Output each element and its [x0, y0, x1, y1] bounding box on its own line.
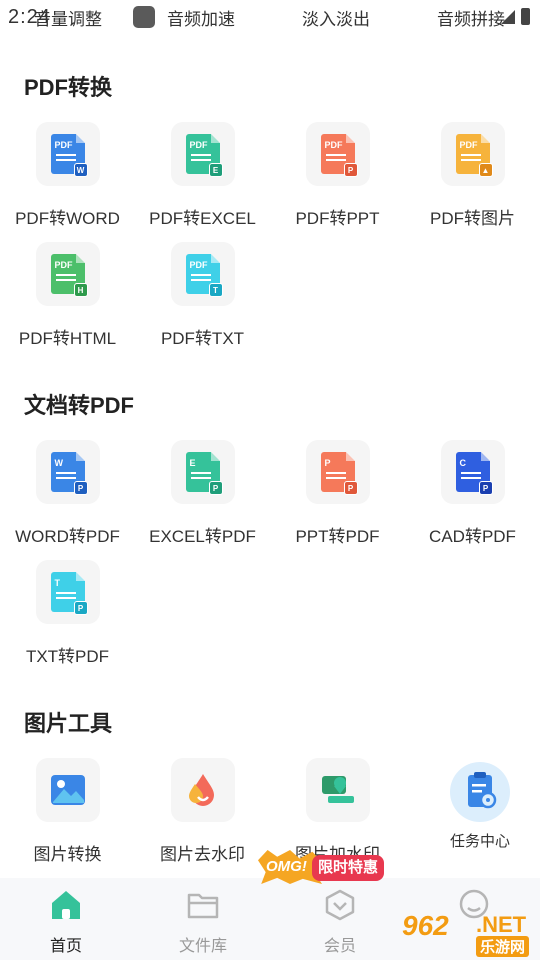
ppt-to-pdf-icon: PP — [305, 440, 370, 504]
status-bar: 2:24 音量调整 音频加速 淡入淡出 音频拼接 — [0, 0, 540, 34]
pdf-to-txt-icon: PDF T — [170, 242, 235, 306]
tool-pdf-to-image[interactable]: PDF ▲ PDF转图片 — [405, 122, 540, 229]
pdf-to-ppt-icon: PDF P — [305, 122, 370, 186]
tool-label: PPT转PDF — [295, 527, 380, 546]
excel-to-pdf-icon: EP — [170, 440, 235, 504]
tool-image-convert[interactable]: 图片转换 — [0, 758, 135, 865]
task-center-label: 任务中心 — [449, 833, 510, 850]
nav-vip[interactable]: 会员 — [290, 888, 390, 956]
tool-excel-to-pdf[interactable]: EP EXCEL转PDF — [135, 440, 270, 547]
task-center-button[interactable]: 任务中心 — [440, 762, 520, 851]
tool-label: PDF转EXCEL — [149, 209, 256, 228]
status-icons — [501, 8, 530, 25]
tool-label: 图片转换 — [33, 845, 102, 864]
tool-pdf-to-html[interactable]: PDF H PDF转HTML — [0, 242, 135, 349]
pdf-to-word-icon: PDF W — [35, 122, 100, 186]
nav-label: 会员 — [323, 938, 356, 955]
tool-label: PDF转HTML — [18, 329, 117, 348]
site-watermark-logo: 962 .NET 乐游网 — [400, 908, 540, 960]
pdf-to-image-icon: PDF ▲ — [440, 122, 505, 186]
nav-label: 文件库 — [178, 938, 227, 955]
tool-txt-to-pdf[interactable]: TP TXT转PDF — [0, 560, 135, 667]
tool-ppt-to-pdf[interactable]: PP PPT转PDF — [270, 440, 405, 547]
tool-word-to-pdf[interactable]: WP WORD转PDF — [0, 440, 135, 547]
section-title-doc-to-pdf: 文档转PDF — [24, 393, 135, 418]
tool-label: 图片去水印 — [160, 845, 245, 864]
overlay-volume-adjust: 音量调整 — [34, 10, 102, 29]
pdf-to-html-icon: PDF H — [35, 242, 100, 306]
image-convert-icon — [35, 758, 100, 822]
nav-label: 首页 — [49, 938, 82, 955]
promo-label: 限时特惠 — [312, 855, 384, 881]
home-icon — [48, 888, 84, 922]
promo-badge[interactable]: OMG! 限时特惠 — [258, 850, 385, 884]
cad-to-pdf-icon: CP — [440, 440, 505, 504]
tool-label: TXT转PDF — [25, 647, 110, 666]
nav-home[interactable]: 首页 — [16, 888, 116, 956]
tool-pdf-to-txt[interactable]: PDF T PDF转TXT — [135, 242, 270, 349]
overlay-square-icon — [133, 6, 155, 28]
txt-to-pdf-icon: TP — [35, 560, 100, 624]
tool-label: PDF转图片 — [430, 209, 515, 228]
tool-pdf-to-ppt[interactable]: PDF P PDF转PPT — [270, 122, 405, 229]
word-to-pdf-icon: WP — [35, 440, 100, 504]
tool-label: WORD转PDF — [15, 527, 120, 546]
tool-add-watermark[interactable]: 图片加水印 — [270, 758, 405, 865]
section-title-image-tools: 图片工具 — [24, 711, 113, 736]
overlay-audio-join: 音频拼接 — [437, 10, 505, 29]
signal-icon — [501, 9, 515, 24]
overlay-fade: 淡入淡出 — [302, 10, 370, 29]
vip-icon — [322, 888, 358, 922]
remove-watermark-icon — [170, 758, 235, 822]
tool-label: PDF转TXT — [160, 329, 245, 348]
battery-icon — [521, 8, 530, 25]
tool-label: PDF转PPT — [295, 209, 380, 228]
tool-label: EXCEL转PDF — [149, 527, 256, 546]
add-watermark-icon — [305, 758, 370, 822]
tool-cad-to-pdf[interactable]: CP CAD转PDF — [405, 440, 540, 547]
tool-remove-watermark[interactable]: 图片去水印 — [135, 758, 270, 865]
section-title-pdf-convert: PDF转换 — [24, 75, 113, 100]
tool-pdf-to-excel[interactable]: PDF E PDF转EXCEL — [135, 122, 270, 229]
folder-icon — [185, 888, 221, 922]
tool-label: PDF转WORD — [15, 209, 120, 228]
overlay-audio-speed: 音频加速 — [167, 10, 235, 29]
tool-pdf-to-word[interactable]: PDF W PDF转WORD — [0, 122, 135, 229]
tool-label: CAD转PDF — [429, 527, 516, 546]
clipboard-icon — [450, 762, 510, 822]
pdf-to-excel-icon: PDF E — [170, 122, 235, 186]
nav-file-library[interactable]: 文件库 — [153, 888, 253, 956]
